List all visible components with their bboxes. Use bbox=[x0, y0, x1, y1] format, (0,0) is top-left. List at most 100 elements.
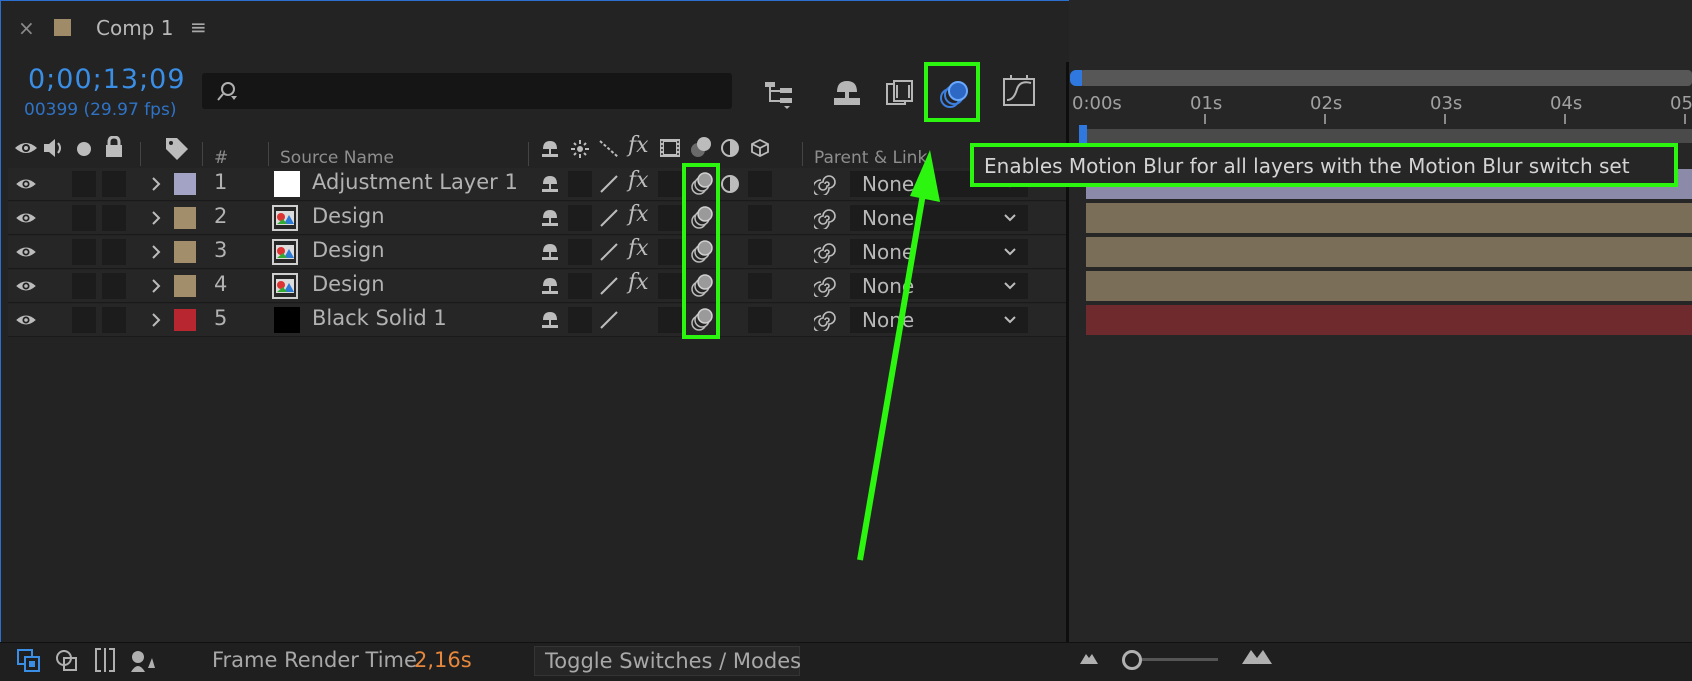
eye-icon[interactable] bbox=[14, 278, 38, 294]
solo-switch[interactable] bbox=[72, 205, 96, 231]
label-color-swatch[interactable] bbox=[174, 207, 196, 229]
transfer-controls-icon[interactable] bbox=[54, 648, 80, 674]
frame-blend-switch[interactable] bbox=[658, 171, 682, 197]
layer-name[interactable]: Design bbox=[312, 272, 385, 296]
time-tick bbox=[1324, 114, 1326, 124]
collapse-switch[interactable] bbox=[568, 307, 592, 333]
3d-layer-switch[interactable] bbox=[748, 307, 772, 333]
shy-layers-icon[interactable] bbox=[830, 76, 864, 110]
layer-name[interactable]: Adjustment Layer 1 bbox=[312, 170, 518, 194]
layer-name[interactable]: Design bbox=[312, 204, 385, 228]
pick-whip-icon[interactable] bbox=[814, 241, 836, 263]
playhead[interactable] bbox=[1079, 125, 1087, 143]
shy-icon[interactable] bbox=[540, 242, 560, 262]
frame-blend-switch[interactable] bbox=[658, 273, 682, 299]
3d-layer-switch[interactable] bbox=[748, 171, 772, 197]
frame-blending-icon[interactable] bbox=[884, 76, 918, 110]
collapse-switch[interactable] bbox=[568, 171, 592, 197]
expand-chevron-icon[interactable] bbox=[150, 176, 162, 192]
collapse-switch[interactable] bbox=[568, 239, 592, 265]
solo-switch[interactable] bbox=[72, 239, 96, 265]
graph-editor-icon[interactable] bbox=[1002, 74, 1036, 108]
layer-duration-bar[interactable] bbox=[1086, 271, 1692, 301]
column-source-name[interactable]: Source Name bbox=[280, 148, 394, 168]
time-tick-label: 01s bbox=[1190, 93, 1223, 114]
layer-duration-bar[interactable] bbox=[1086, 305, 1692, 335]
solo-switch[interactable] bbox=[72, 307, 96, 333]
quality-icon[interactable] bbox=[598, 207, 620, 229]
eye-icon[interactable] bbox=[14, 176, 38, 192]
work-area-bar[interactable] bbox=[1086, 129, 1692, 143]
layer-name[interactable]: Design bbox=[312, 238, 385, 262]
quality-icon[interactable] bbox=[598, 173, 620, 195]
eye-icon[interactable] bbox=[14, 210, 38, 226]
layer-switches-icon[interactable] bbox=[16, 648, 42, 674]
zoom-out-icon[interactable] bbox=[1078, 650, 1100, 666]
frame-blend-switch[interactable] bbox=[658, 205, 682, 231]
time-navigator-start-handle[interactable] bbox=[1070, 70, 1082, 86]
3d-layer-switch[interactable] bbox=[748, 273, 772, 299]
time-navigator[interactable] bbox=[1080, 70, 1692, 86]
fx-switch[interactable]: fx bbox=[628, 270, 649, 295]
current-time[interactable]: 0;00;13;09 bbox=[28, 64, 186, 95]
tooltip-text: Enables Motion Blur for all layers with … bbox=[984, 154, 1630, 178]
pick-whip-icon[interactable] bbox=[814, 275, 836, 297]
in-out-icon[interactable] bbox=[92, 646, 118, 674]
collapse-switch[interactable] bbox=[568, 205, 592, 231]
lock-switch[interactable] bbox=[102, 239, 126, 265]
layer-duration-bar[interactable] bbox=[1086, 237, 1692, 267]
flowchart-icon[interactable] bbox=[762, 76, 796, 110]
quality-icon[interactable] bbox=[598, 309, 620, 331]
search-box[interactable] bbox=[202, 73, 732, 109]
pick-whip-icon[interactable] bbox=[814, 173, 836, 195]
expand-chevron-icon[interactable] bbox=[150, 244, 162, 260]
expand-chevron-icon[interactable] bbox=[150, 210, 162, 226]
adjustment-icon[interactable] bbox=[720, 174, 740, 194]
lock-switch[interactable] bbox=[102, 171, 126, 197]
zoom-slider-knob[interactable] bbox=[1122, 650, 1142, 670]
fx-switch[interactable]: fx bbox=[628, 168, 649, 193]
shy-icon[interactable] bbox=[540, 174, 560, 194]
shy-icon[interactable] bbox=[540, 208, 560, 228]
solo-switch[interactable] bbox=[72, 171, 96, 197]
search-icon[interactable] bbox=[216, 80, 238, 102]
lock-switch[interactable] bbox=[102, 307, 126, 333]
label-color-swatch[interactable] bbox=[174, 275, 196, 297]
eye-icon[interactable] bbox=[14, 244, 38, 260]
fx-switch[interactable]: fx bbox=[628, 202, 649, 227]
search-input[interactable] bbox=[254, 79, 718, 105]
column-divider bbox=[528, 142, 529, 166]
panel-title[interactable]: Comp 1 bbox=[96, 16, 173, 40]
lock-switch[interactable] bbox=[102, 205, 126, 231]
frame-blend-switch[interactable] bbox=[658, 239, 682, 265]
toggle-switches-modes-button[interactable]: Toggle Switches / Modes bbox=[534, 646, 801, 676]
label-color-swatch[interactable] bbox=[174, 241, 196, 263]
frame-blend-switch[interactable] bbox=[658, 307, 682, 333]
solo-switch[interactable] bbox=[72, 273, 96, 299]
pick-whip-icon[interactable] bbox=[814, 207, 836, 229]
label-color-swatch[interactable] bbox=[174, 309, 196, 331]
layer-name[interactable]: Black Solid 1 bbox=[312, 306, 447, 330]
pick-whip-icon[interactable] bbox=[814, 309, 836, 331]
lock-switch[interactable] bbox=[102, 273, 126, 299]
shy-icon[interactable] bbox=[540, 276, 560, 296]
quality-icon[interactable] bbox=[598, 275, 620, 297]
quality-icon[interactable] bbox=[598, 241, 620, 263]
zoom-in-icon[interactable] bbox=[1240, 646, 1274, 666]
expand-chevron-icon[interactable] bbox=[150, 312, 162, 328]
expand-chevron-icon[interactable] bbox=[150, 278, 162, 294]
fx-switch[interactable]: fx bbox=[628, 236, 649, 261]
column-divider bbox=[140, 142, 141, 166]
eye-icon[interactable] bbox=[14, 312, 38, 328]
3d-layer-switch[interactable] bbox=[748, 239, 772, 265]
layer-duration-bar[interactable] bbox=[1086, 203, 1692, 233]
hamburger-menu-icon[interactable]: ≡ bbox=[190, 15, 207, 39]
3d-cube-icon bbox=[751, 138, 769, 158]
time-tick bbox=[1564, 114, 1566, 124]
render-time-icon[interactable] bbox=[128, 648, 158, 674]
shy-icon[interactable] bbox=[540, 310, 560, 330]
3d-layer-switch[interactable] bbox=[748, 205, 772, 231]
collapse-switch[interactable] bbox=[568, 273, 592, 299]
close-icon[interactable]: × bbox=[18, 16, 35, 40]
label-color-swatch[interactable] bbox=[174, 173, 196, 195]
